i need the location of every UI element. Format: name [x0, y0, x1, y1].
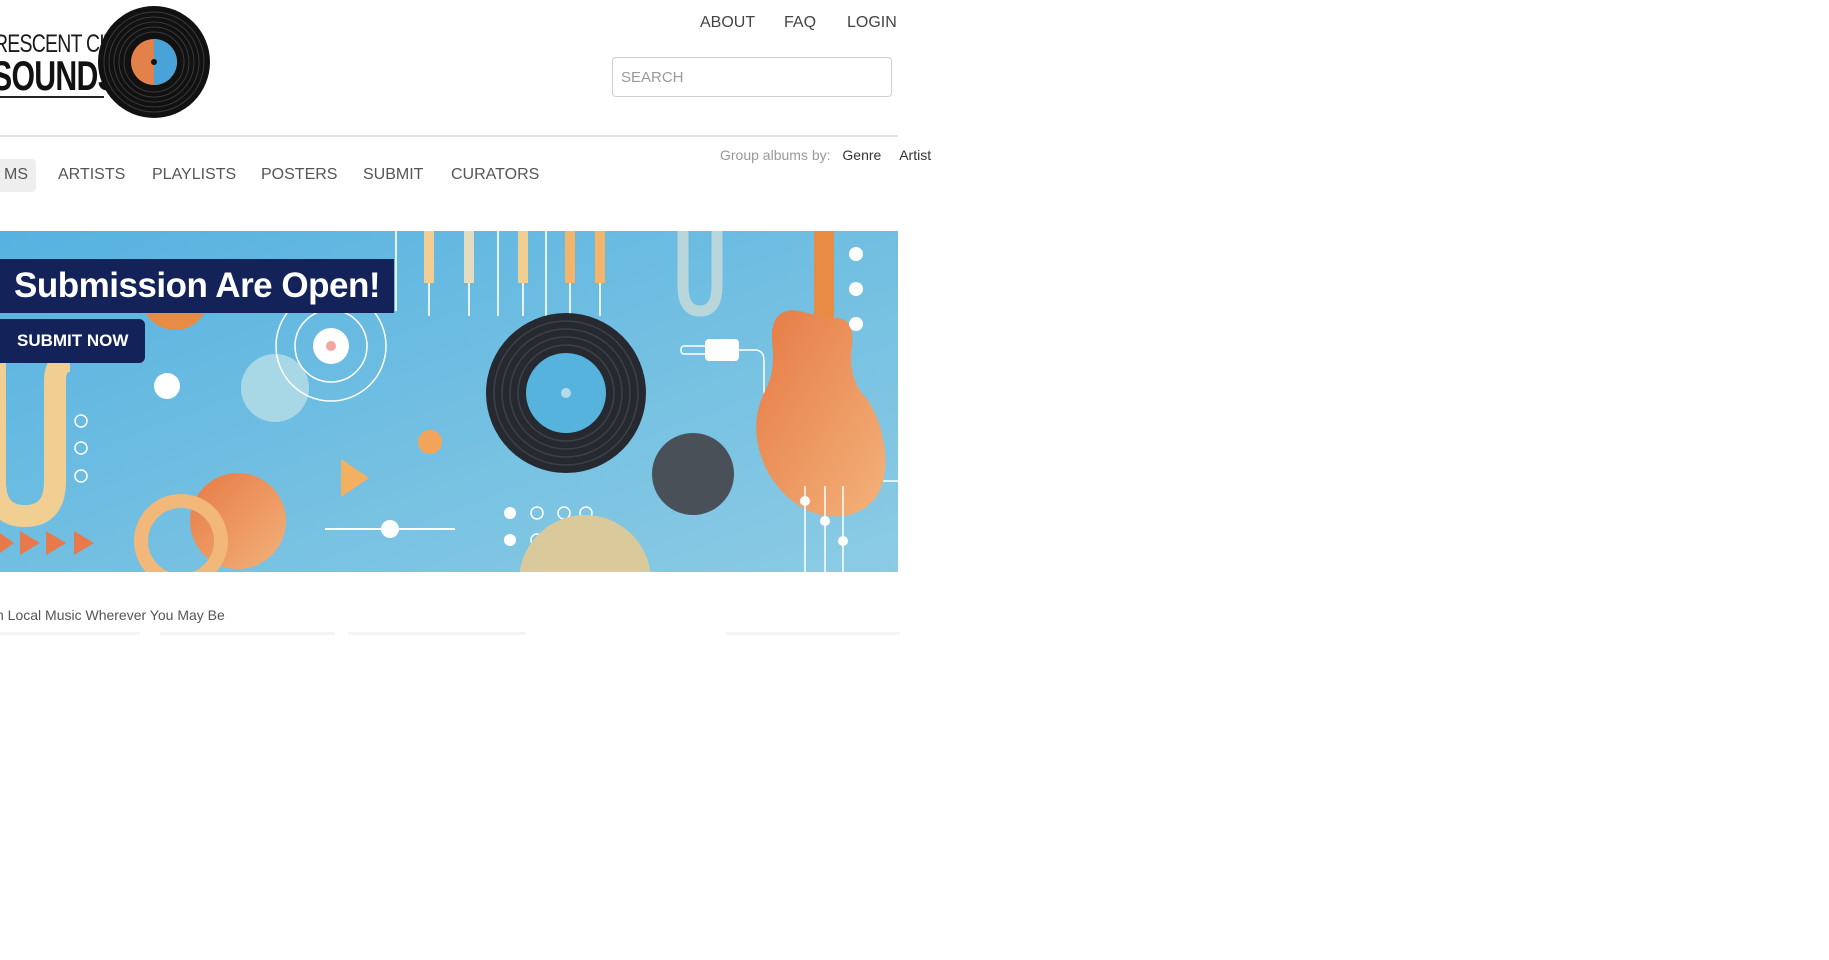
tab-curators[interactable]: CURATORS — [451, 166, 539, 184]
group-by-artist[interactable]: Artist — [899, 147, 931, 163]
tab-posters[interactable]: POSTERS — [261, 166, 337, 184]
site-logo[interactable]: RESCENT CITY SOUNDS — [0, 4, 210, 122]
tab-playlists[interactable]: PLAYLISTS — [152, 166, 236, 184]
search-input[interactable] — [612, 57, 892, 97]
banner-title: Submission Are Open! — [0, 259, 394, 313]
divider-faint — [160, 632, 335, 635]
divider-faint — [348, 632, 526, 635]
divider-faint — [726, 632, 900, 635]
group-albums-label: Group albums by: — [720, 147, 831, 163]
tab-artists[interactable]: ARTISTS — [58, 166, 125, 184]
vinyl-record-icon — [98, 6, 210, 118]
group-by-genre[interactable]: Genre — [842, 147, 881, 163]
submission-banner: Submission Are Open! SUBMIT NOW — [0, 231, 898, 572]
nav-link-faq[interactable]: FAQ — [784, 14, 816, 32]
submit-now-button[interactable]: SUBMIT NOW — [0, 319, 146, 363]
nav-link-about[interactable]: ABOUT — [700, 14, 755, 32]
group-albums-control: Group albums by: Genre Artist — [720, 147, 931, 163]
tab-submit[interactable]: SUBMIT — [363, 166, 423, 184]
header-divider — [0, 135, 898, 137]
nav-link-login[interactable]: LOGIN — [847, 14, 897, 32]
page: RESCENT CITY SOUNDS ABOUT FAQ LOGIN Grou… — [0, 0, 1829, 960]
logo-underline — [0, 96, 104, 98]
divider-faint — [0, 632, 140, 635]
tagline-text: h Local Music Wherever You May Be — [0, 607, 225, 623]
tab-albums[interactable]: MS — [0, 159, 36, 192]
